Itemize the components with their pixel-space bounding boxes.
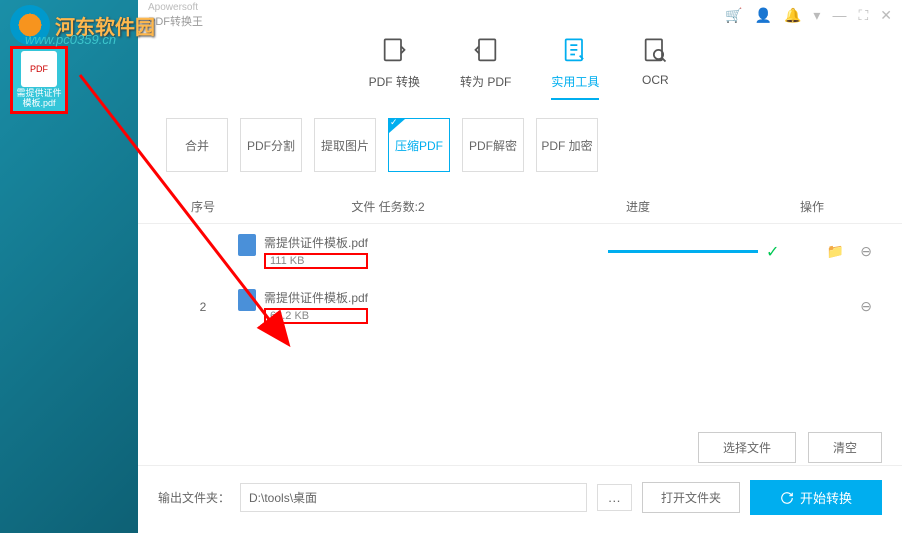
progress-area: ✓	[608, 242, 808, 262]
file-icon	[238, 234, 256, 256]
cart-icon[interactable]: 🛒	[725, 7, 742, 24]
pdf-icon: PDF	[21, 51, 57, 87]
ocr-icon	[639, 35, 671, 67]
clear-button[interactable]: 清空	[808, 432, 882, 463]
file-size: 62.2 KB	[264, 308, 368, 324]
remove-icon[interactable]: ⊖	[860, 298, 872, 315]
subtab-decrypt[interactable]: PDF解密	[462, 118, 524, 172]
tab-to-pdf[interactable]: 转为 PDF	[460, 35, 511, 100]
sub-tabs: 合并 PDF分割 提取图片 压缩PDF PDF解密 PDF 加密	[138, 100, 902, 190]
subtab-encrypt[interactable]: PDF 加密	[536, 118, 598, 172]
table-row: 1 需提供证件模板.pdf 111 KB ✓ 📁 ⊖	[138, 224, 902, 279]
table-row: 2 需提供证件模板.pdf 62.2 KB ⊖	[138, 279, 902, 334]
desktop-file-icon[interactable]: PDF 需提供证件 模板.pdf	[10, 46, 68, 114]
maximize-icon[interactable]: ⛶	[858, 7, 868, 24]
header-action: 操作	[752, 198, 872, 215]
output-bar: 输出文件夹： D:\tools\桌面 … 打开文件夹 开始转换	[138, 465, 902, 515]
browse-button[interactable]: …	[597, 484, 632, 511]
tab-label: 实用工具	[551, 73, 599, 90]
tab-pdf-convert[interactable]: PDF 转换	[369, 35, 420, 100]
output-label: 输出文件夹：	[158, 489, 230, 506]
open-folder-button[interactable]: 打开文件夹	[642, 482, 740, 513]
main-tabs: PDF 转换 转为 PDF 实用工具 OCR	[138, 30, 902, 100]
utilities-icon	[559, 35, 591, 67]
output-path-input[interactable]: D:\tools\桌面	[240, 483, 587, 512]
tab-label: PDF 转换	[369, 73, 420, 90]
header-file: 文件 任务数:2	[238, 198, 538, 215]
user-icon[interactable]: 👤	[755, 7, 772, 24]
subtab-compress[interactable]: 压缩PDF	[388, 118, 450, 172]
start-convert-button[interactable]: 开始转换	[750, 480, 882, 515]
refresh-icon	[780, 491, 794, 505]
progress-bar	[608, 250, 758, 253]
file-size: 111 KB	[264, 253, 368, 269]
tab-label: OCR	[642, 73, 669, 87]
table-header: 序号 文件 任务数:2 进度 操作	[138, 190, 902, 224]
file-name: 需提供证件模板.pdf	[264, 289, 368, 306]
remove-icon[interactable]: ⊖	[860, 243, 872, 260]
close-icon[interactable]: ✕	[880, 7, 892, 24]
row-index: 2	[168, 300, 238, 314]
titlebar: Apowersoft PDF转换王 🛒 👤 🔔 ▾ — ⛶ ✕	[138, 0, 902, 30]
open-folder-icon[interactable]: 📁	[827, 243, 844, 260]
file-name: 需提供证件模板.pdf	[264, 234, 368, 251]
tab-label: 转为 PDF	[460, 73, 511, 90]
subtab-merge[interactable]: 合并	[166, 118, 228, 172]
bottom-buttons: 选择文件 清空	[698, 432, 882, 463]
window-controls: 🛒 👤 🔔 ▾ — ⛶ ✕	[725, 7, 892, 24]
bell-icon[interactable]: 🔔	[784, 7, 801, 24]
watermark-url: www.pc0359.cn	[25, 32, 116, 47]
file-icon	[238, 289, 256, 311]
subtab-extract-images[interactable]: 提取图片	[314, 118, 376, 172]
app-window: Apowersoft PDF转换王 🛒 👤 🔔 ▾ — ⛶ ✕ PDF 转换 转…	[138, 0, 902, 533]
app-title: PDF转换王	[148, 13, 203, 29]
minimize-icon[interactable]: —	[832, 7, 846, 24]
select-file-button[interactable]: 选择文件	[698, 432, 796, 463]
to-pdf-icon	[470, 35, 502, 67]
pdf-convert-icon	[378, 35, 410, 67]
tab-ocr[interactable]: OCR	[639, 35, 671, 100]
desktop-file-label: 需提供证件 模板.pdf	[13, 89, 65, 109]
vendor-label: Apowersoft	[148, 2, 203, 13]
check-icon: ✓	[766, 242, 779, 262]
tab-utilities[interactable]: 实用工具	[551, 35, 599, 100]
menu-icon[interactable]: ▾	[813, 7, 820, 24]
header-progress: 进度	[538, 198, 738, 215]
header-index: 序号	[168, 198, 238, 215]
subtab-split[interactable]: PDF分割	[240, 118, 302, 172]
